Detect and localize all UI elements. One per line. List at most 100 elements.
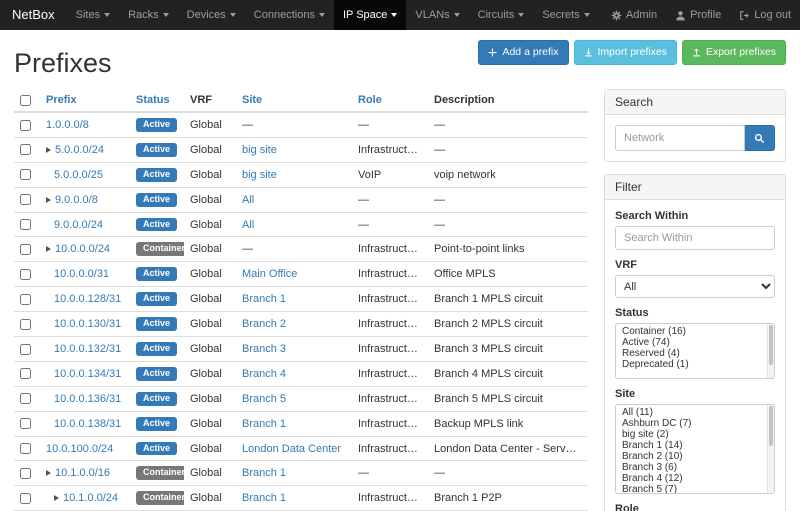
row-checkbox[interactable] <box>20 244 31 255</box>
scrollbar-thumb[interactable] <box>769 406 773 446</box>
admin-link[interactable]: Admin <box>602 0 666 30</box>
site-link[interactable]: big site <box>242 144 277 156</box>
site-option[interactable]: Branch 2 (10) <box>616 451 774 462</box>
row-checkbox[interactable] <box>20 418 31 429</box>
prefix-link[interactable]: 10.1.0.0/16 <box>55 467 110 479</box>
nav-item[interactable]: Racks <box>119 0 178 30</box>
prefix-link[interactable]: 10.0.0.0/31 <box>54 268 109 280</box>
status-option[interactable]: Container (16) <box>616 326 774 337</box>
row-checkbox[interactable] <box>20 368 31 379</box>
vrf-cell: Global <box>184 411 236 436</box>
site-option[interactable]: Ashburn DC (7) <box>616 418 774 429</box>
site-link[interactable]: Main Office <box>242 268 297 280</box>
add-prefix-button[interactable]: Add a prefix <box>478 40 568 65</box>
nav-item[interactable]: Connections <box>245 0 334 30</box>
prefix-link[interactable]: 10.0.0.138/31 <box>54 418 121 430</box>
export-prefixes-button[interactable]: Export prefixes <box>682 40 786 65</box>
prefix-link[interactable]: 9.0.0.0/8 <box>55 194 98 206</box>
prefix-link[interactable]: 10.0.0.0/24 <box>55 243 110 255</box>
site-link[interactable]: Branch 1 <box>242 293 286 305</box>
row-checkbox[interactable] <box>20 319 31 330</box>
column-header-site[interactable]: Site <box>236 89 352 112</box>
status-badge: Container <box>136 491 184 505</box>
search-within-input[interactable] <box>615 226 775 250</box>
description-cell: Branch 1 P2P <box>428 486 588 511</box>
site-option[interactable]: Branch 5 (7) <box>616 484 774 494</box>
site-link[interactable]: Branch 3 <box>242 343 286 355</box>
prefix-link[interactable]: 10.0.0.130/31 <box>54 318 121 330</box>
prefix-table-body: 1.0.0.0/8ActiveGlobal——— 5.0.0.0/24 Active… <box>14 112 588 511</box>
nav-item[interactable]: Sites <box>67 0 119 30</box>
caret-down-icon <box>319 13 325 17</box>
row-checkbox[interactable] <box>20 493 31 504</box>
vrf-select[interactable]: All <box>615 275 775 298</box>
site-link[interactable]: All <box>242 194 254 206</box>
site-link[interactable]: London Data Center <box>242 443 341 455</box>
status-badge: Active <box>136 168 177 182</box>
site-link[interactable]: All <box>242 219 254 231</box>
row-checkbox[interactable] <box>20 393 31 404</box>
site-option[interactable]: Branch 3 (6) <box>616 462 774 473</box>
row-checkbox[interactable] <box>20 294 31 305</box>
nav-item[interactable]: IP Space <box>334 0 406 30</box>
status-option[interactable]: Reserved (4) <box>616 348 774 359</box>
prefix-link[interactable]: 5.0.0.0/24 <box>55 144 104 156</box>
prefix-link[interactable]: 10.0.0.134/31 <box>54 368 121 380</box>
row-checkbox[interactable] <box>20 144 31 155</box>
search-button[interactable] <box>745 125 775 151</box>
prefix-link[interactable]: 1.0.0.0/8 <box>46 119 89 131</box>
column-header-status[interactable]: Status <box>130 89 184 112</box>
status-option[interactable]: Active (74) <box>616 337 774 348</box>
profile-link[interactable]: Profile <box>666 0 730 30</box>
row-checkbox[interactable] <box>20 443 31 454</box>
prefix-link[interactable]: 10.0.0.136/31 <box>54 393 121 405</box>
logout-link[interactable]: Log out <box>730 0 800 30</box>
column-header-prefix[interactable]: Prefix <box>40 89 130 112</box>
prefix-link[interactable]: 10.0.0.132/31 <box>54 343 121 355</box>
site-link[interactable]: Branch 1 <box>242 467 286 479</box>
site-link[interactable]: Branch 2 <box>242 318 286 330</box>
site-link[interactable]: Branch 1 <box>242 492 286 504</box>
site-option[interactable]: All (11) <box>616 407 774 418</box>
prefix-link[interactable]: 9.0.0.0/24 <box>54 219 103 231</box>
scrollbar-thumb[interactable] <box>769 325 773 365</box>
status-listbox: Container (16)Active (74)Reserved (4)Dep… <box>615 323 775 379</box>
nav-item[interactable]: Secrets <box>533 0 598 30</box>
site-option[interactable]: Branch 4 (12) <box>616 473 774 484</box>
status-listbox-scrollbar[interactable] <box>767 324 774 378</box>
site-cell: Branch 4 <box>236 361 352 386</box>
nav-item[interactable]: VLANs <box>406 0 468 30</box>
nav-item[interactable]: Devices <box>178 0 245 30</box>
site-link[interactable]: Branch 5 <box>242 393 286 405</box>
prefix-link[interactable]: 10.1.0.0/24 <box>63 492 118 504</box>
select-all-checkbox[interactable] <box>20 95 31 106</box>
nav-item[interactable]: Circuits <box>469 0 534 30</box>
prefix-link[interactable]: 10.0.0.128/31 <box>54 293 121 305</box>
prefix-link[interactable]: 10.0.100.0/24 <box>46 443 113 455</box>
site-option[interactable]: big site (2) <box>616 429 774 440</box>
site-option[interactable]: Branch 1 (14) <box>616 440 774 451</box>
row-checkbox[interactable] <box>20 269 31 280</box>
row-checkbox[interactable] <box>20 344 31 355</box>
expand-caret-icon <box>46 246 51 252</box>
status-option[interactable]: Deprecated (1) <box>616 359 774 370</box>
table-row: 10.0.0.128/31ActiveGlobalBranch 1Infrast… <box>14 287 588 312</box>
column-header-role[interactable]: Role <box>352 89 428 112</box>
gear-icon <box>611 10 622 21</box>
row-checkbox[interactable] <box>20 169 31 180</box>
search-input[interactable] <box>615 125 745 151</box>
brand-link[interactable]: NetBox <box>0 0 67 30</box>
site-link[interactable]: Branch 1 <box>242 418 286 430</box>
import-prefixes-button[interactable]: Import prefixes <box>574 40 677 65</box>
row-checkbox[interactable] <box>20 194 31 205</box>
table-row: 1.0.0.0/8ActiveGlobal——— <box>14 112 588 137</box>
row-checkbox[interactable] <box>20 219 31 230</box>
prefix-link[interactable]: 5.0.0.0/25 <box>54 169 103 181</box>
site-link[interactable]: Branch 4 <box>242 368 286 380</box>
row-checkbox[interactable] <box>20 120 31 131</box>
description-cell: Point-to-point links <box>428 237 588 262</box>
site-listbox-scrollbar[interactable] <box>767 405 774 493</box>
row-checkbox[interactable] <box>20 468 31 479</box>
status-badge: Active <box>136 267 177 281</box>
site-link[interactable]: big site <box>242 169 277 181</box>
